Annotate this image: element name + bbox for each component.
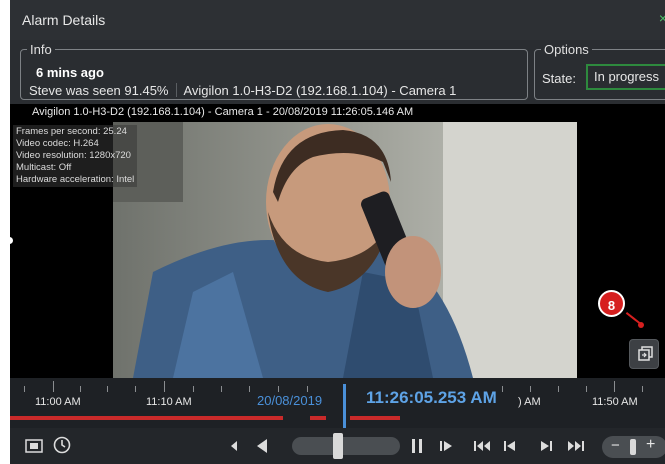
history-button[interactable] bbox=[52, 435, 72, 458]
alarm-time-ago: 6 mins ago bbox=[36, 65, 104, 80]
previous-alarm-button[interactable] bbox=[472, 438, 492, 457]
alarm-recording-track bbox=[350, 416, 400, 420]
clock-icon bbox=[53, 436, 71, 454]
tick bbox=[135, 386, 136, 392]
tick bbox=[307, 386, 308, 392]
options-legend: Options bbox=[544, 42, 589, 57]
reverse-icon bbox=[257, 439, 267, 453]
camera-feed-image bbox=[113, 122, 577, 378]
tick bbox=[107, 386, 108, 392]
alarm-recording-track bbox=[10, 416, 283, 420]
slow-reverse-icon bbox=[231, 441, 237, 451]
jog-shuttle[interactable] bbox=[292, 437, 400, 455]
zoom-out-icon[interactable]: − bbox=[611, 437, 620, 454]
timeline-date: 20/08/2019 bbox=[257, 393, 323, 408]
camera-feed-illustration bbox=[113, 122, 577, 378]
tick bbox=[530, 386, 531, 392]
step-forward-button[interactable] bbox=[438, 438, 454, 457]
fit-view-button[interactable] bbox=[24, 436, 44, 459]
stat-fps: Frames per second: 25.24 bbox=[16, 126, 127, 137]
video-stats-overlay: Frames per second: 25.24 Video codec: H.… bbox=[13, 125, 138, 187]
step-forward-icon bbox=[440, 441, 452, 451]
callout-badge: 8 bbox=[598, 290, 625, 317]
close-icon[interactable]: × bbox=[659, 10, 665, 26]
next-frame-button[interactable] bbox=[538, 438, 554, 457]
tick bbox=[221, 386, 222, 392]
previous-icon bbox=[504, 441, 515, 451]
export-clip-icon bbox=[638, 346, 653, 361]
alarm-details-window: Alarm Details × Info 6 mins ago Steve wa… bbox=[10, 0, 665, 464]
stat-multicast: Multicast: Off bbox=[16, 162, 72, 173]
tick bbox=[614, 381, 615, 392]
state-label: State: bbox=[542, 71, 576, 86]
timeline-label: 11:00 AM bbox=[35, 396, 81, 408]
tick bbox=[249, 386, 250, 392]
tick bbox=[53, 381, 54, 392]
separator bbox=[176, 83, 178, 97]
reverse-play-button[interactable] bbox=[254, 437, 270, 458]
skip-back-icon bbox=[474, 441, 490, 451]
state-dropdown[interactable]: In progress bbox=[586, 64, 665, 90]
tick bbox=[164, 381, 165, 392]
skip-forward-icon bbox=[568, 441, 584, 451]
pause-icon bbox=[412, 439, 422, 453]
options-group: Options State: In progress bbox=[534, 42, 665, 100]
seen-text: Steve was seen 91.45% bbox=[29, 83, 169, 98]
pause-button[interactable] bbox=[410, 437, 424, 458]
stat-resolution: Video resolution: 1280x720 bbox=[16, 150, 131, 161]
stat-codec: Video codec: H.264 bbox=[16, 138, 99, 149]
alarm-description: Steve was seen 91.45% Avigilon 1.0-H3-D2 … bbox=[29, 83, 456, 98]
tick bbox=[80, 386, 81, 392]
next-alarm-button[interactable] bbox=[566, 438, 586, 457]
export-clip-button[interactable] bbox=[629, 339, 659, 369]
stat-hw-accel: Hardware acceleration: Intel bbox=[16, 174, 135, 185]
zoom-in-icon[interactable]: + bbox=[646, 436, 655, 454]
playback-controls: − + bbox=[10, 428, 665, 464]
camera-title: Avigilon 1.0-H3-D2 (192.168.1.104) - Cam… bbox=[32, 106, 414, 118]
resize-handle[interactable] bbox=[6, 237, 13, 244]
speed-down-button[interactable] bbox=[227, 438, 241, 457]
next-icon bbox=[541, 441, 552, 451]
tick bbox=[502, 386, 503, 392]
timeline-label-partial: ) AM bbox=[518, 396, 541, 408]
window-title: Alarm Details bbox=[22, 12, 106, 28]
source-camera-text: Avigilon 1.0-H3-D2 (192.168.1.104) - Cam… bbox=[183, 83, 457, 98]
alarm-recording-track bbox=[310, 416, 326, 420]
tick bbox=[586, 386, 587, 392]
tick bbox=[278, 386, 279, 392]
timeline-current-time: 11:26:05.253 AM bbox=[363, 388, 500, 408]
zoom-slider-knob[interactable] bbox=[630, 439, 636, 455]
tick bbox=[193, 386, 194, 392]
tick bbox=[642, 386, 643, 392]
timeline-label: 11:50 AM bbox=[592, 396, 638, 408]
video-panel[interactable]: Avigilon 1.0-H3-D2 (192.168.1.104) - Cam… bbox=[10, 104, 665, 378]
info-group: Info 6 mins ago Steve was seen 91.45% Avi… bbox=[20, 42, 528, 100]
jog-shuttle-knob[interactable] bbox=[333, 433, 343, 459]
timeline-label: 11:10 AM bbox=[146, 396, 192, 408]
zoom-control[interactable]: − + bbox=[602, 436, 665, 458]
callout-dot bbox=[638, 322, 644, 328]
timeline[interactable]: 11:00 AM 11:10 AM 20/08/2019 ) AM 11:26:… bbox=[10, 378, 665, 428]
tick bbox=[558, 386, 559, 392]
timeline-playhead[interactable] bbox=[343, 384, 346, 428]
frame-icon bbox=[25, 439, 43, 453]
previous-frame-button[interactable] bbox=[502, 438, 518, 457]
title-bar: Alarm Details × bbox=[10, 0, 665, 40]
info-legend: Info bbox=[30, 42, 52, 57]
tick bbox=[24, 386, 25, 392]
